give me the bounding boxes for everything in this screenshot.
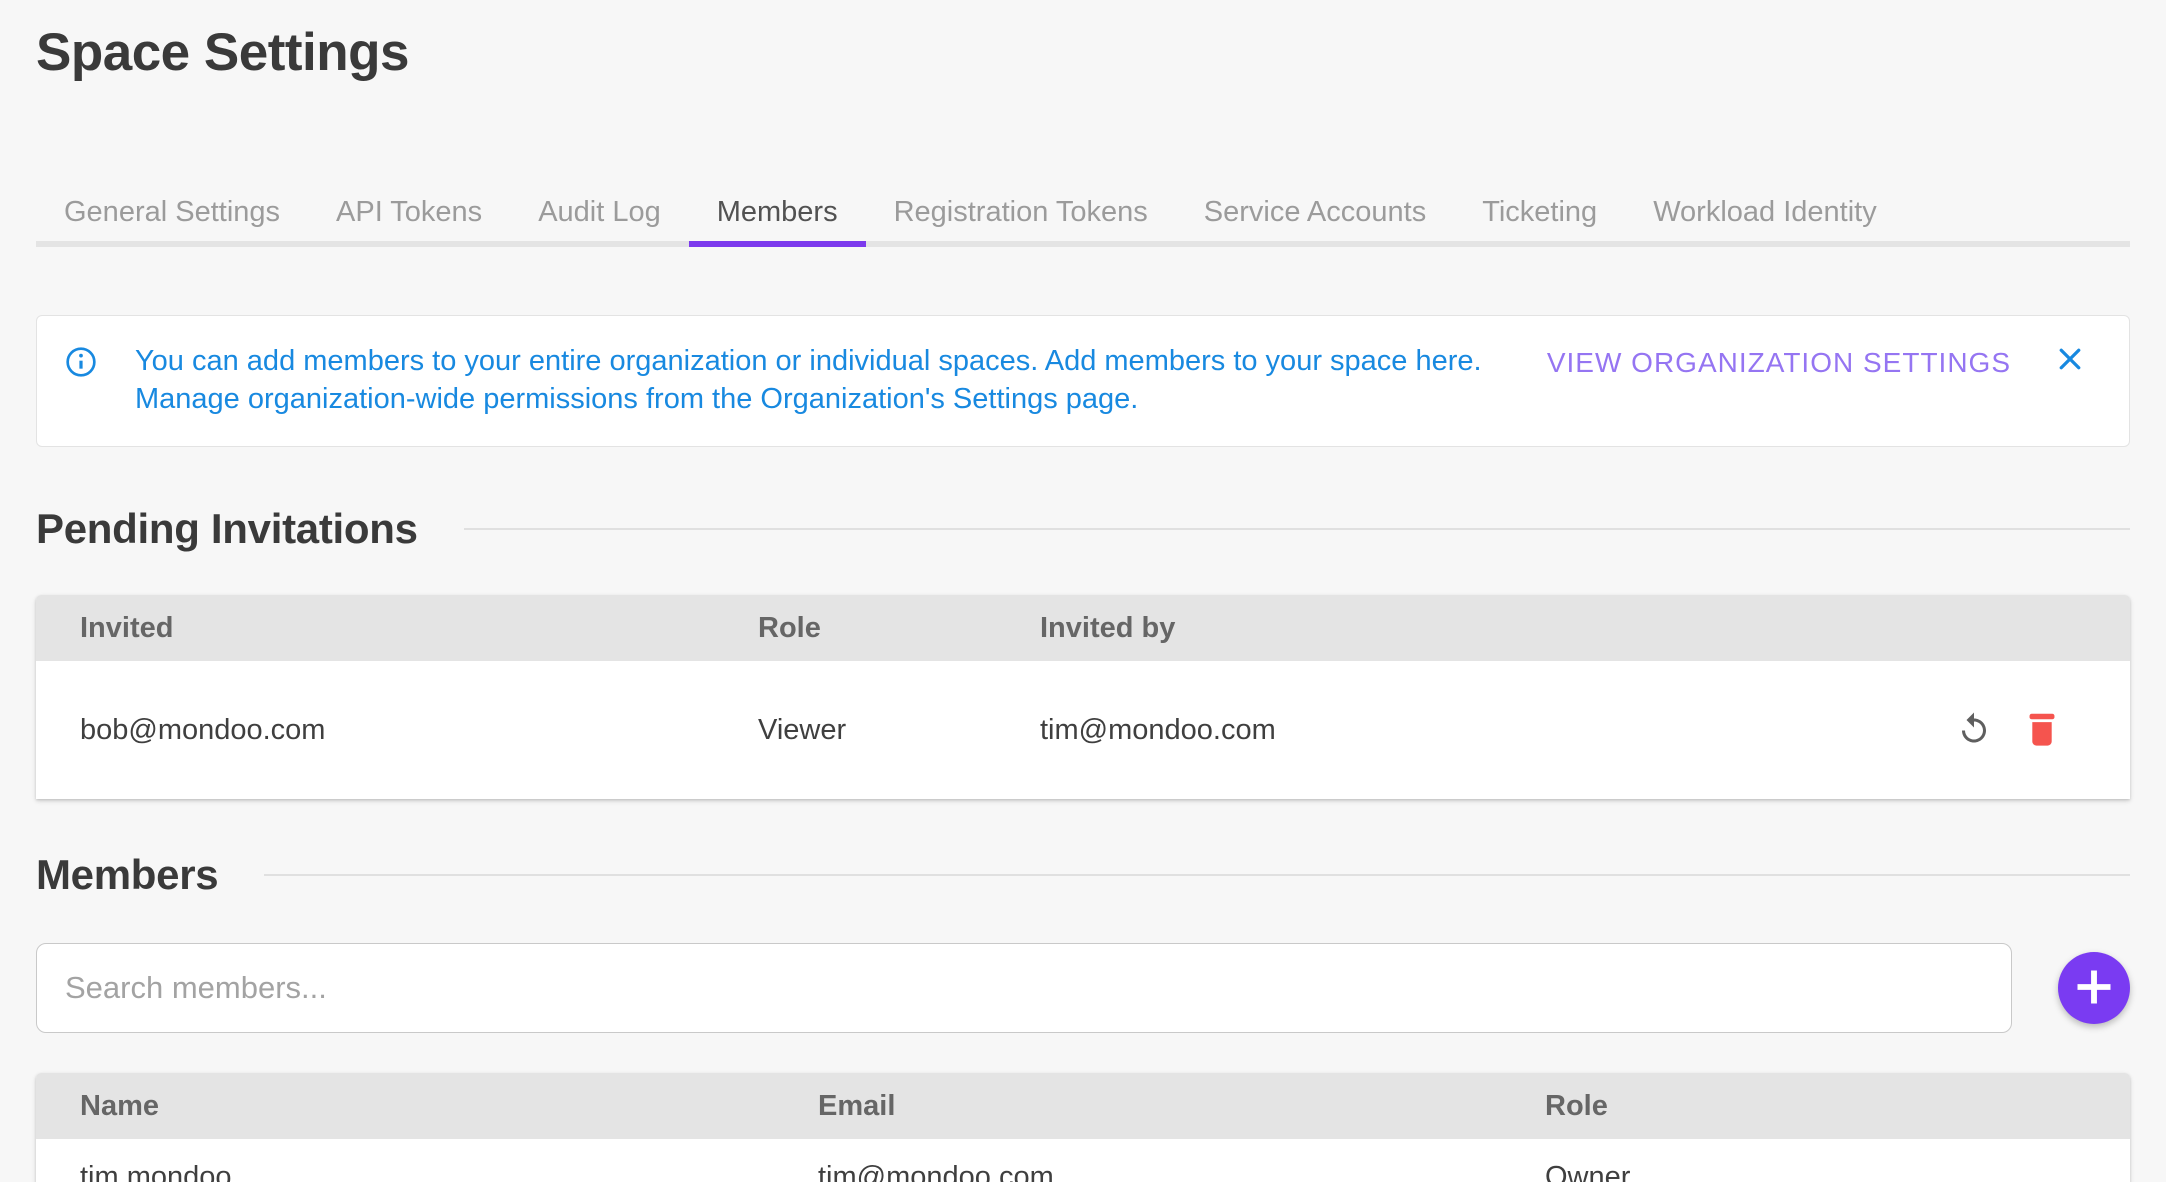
tab-underline-track <box>36 241 2130 247</box>
invited-role: Viewer <box>758 714 1040 747</box>
column-header-role: Role <box>758 612 1040 645</box>
pending-invitations-heading: Pending Invitations <box>36 505 418 553</box>
tab-service-accounts[interactable]: Service Accounts <box>1176 183 1454 241</box>
banner-close-button[interactable] <box>2055 344 2085 374</box>
space-settings-page: Space Settings General Settings API Toke… <box>0 0 2166 1182</box>
column-header-invited: Invited <box>36 612 758 645</box>
member-role: Owner <box>1545 1161 2130 1182</box>
banner-message: You can add members to your entire organ… <box>135 342 1507 418</box>
member-name: tim mondoo <box>36 1161 818 1182</box>
delete-invitation-button[interactable] <box>2022 710 2062 750</box>
page-title: Space Settings <box>36 0 2130 83</box>
tab-bar: General Settings API Tokens Audit Log Me… <box>36 183 2130 241</box>
tab-workload-identity[interactable]: Workload Identity <box>1625 183 1905 241</box>
tab-ticketing[interactable]: Ticketing <box>1454 183 1625 241</box>
invited-by-email: tim@mondoo.com <box>1040 714 1870 747</box>
close-x-icon <box>2055 362 2085 377</box>
members-heading: Members <box>36 851 218 899</box>
heading-divider <box>464 528 2130 530</box>
column-header-email: Email <box>818 1090 1545 1123</box>
tab-members[interactable]: Members <box>689 183 866 241</box>
member-email: tim@mondoo.com <box>818 1161 1545 1182</box>
info-circle-icon <box>65 346 97 383</box>
info-banner: You can add members to your entire organ… <box>36 315 2130 447</box>
members-table: Name Email Role tim mondoo tim@mondoo.co… <box>36 1073 2130 1182</box>
column-header-role: Role <box>1545 1090 2130 1123</box>
add-member-button[interactable] <box>2058 952 2130 1024</box>
members-section-header: Members <box>36 851 2130 899</box>
pending-invitations-table: Invited Role Invited by bob@mondoo.com V… <box>36 595 2130 799</box>
member-row: tim mondoo tim@mondoo.com Owner <box>36 1139 2130 1182</box>
column-header-invited-by: Invited by <box>1040 612 1870 645</box>
pending-invitations-section-header: Pending Invitations <box>36 505 2130 553</box>
pending-invitation-row: bob@mondoo.com Viewer tim@mondoo.com <box>36 661 2130 799</box>
tab-api-tokens[interactable]: API Tokens <box>308 183 510 241</box>
members-table-header-row: Name Email Role <box>36 1073 2130 1139</box>
replay-icon <box>1956 711 1992 750</box>
heading-divider <box>264 874 2130 876</box>
resend-invitation-button[interactable] <box>1954 710 1994 750</box>
tab-audit-log[interactable]: Audit Log <box>510 183 689 241</box>
search-members-input[interactable] <box>36 943 2012 1033</box>
tab-registration-tokens[interactable]: Registration Tokens <box>866 183 1176 241</box>
invited-email: bob@mondoo.com <box>36 714 758 747</box>
view-organization-settings-link[interactable]: VIEW ORGANIZATION SETTINGS <box>1547 347 2011 379</box>
tab-general-settings[interactable]: General Settings <box>36 183 308 241</box>
pending-table-header-row: Invited Role Invited by <box>36 595 2130 661</box>
plus-icon <box>2072 965 2116 1012</box>
members-search-row <box>36 943 2130 1033</box>
column-header-name: Name <box>36 1090 818 1123</box>
invitation-actions <box>1870 710 2130 750</box>
trash-icon <box>2025 711 2059 750</box>
